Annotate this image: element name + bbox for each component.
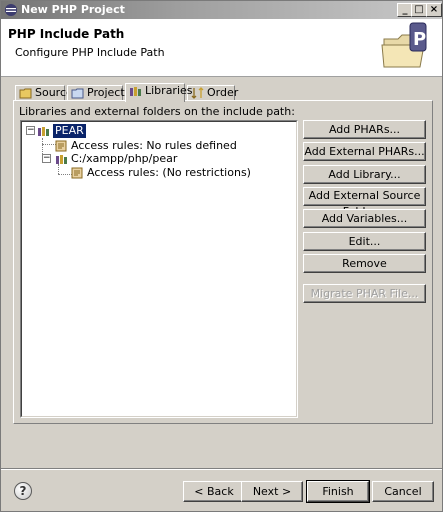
close-button[interactable]: ×	[426, 3, 442, 17]
library-icon	[38, 127, 49, 136]
tree-connector	[58, 174, 72, 175]
next-button[interactable]: Next >	[241, 481, 303, 502]
tree-collapse-icon[interactable]: −	[26, 126, 35, 135]
window-title: New PHP Project	[21, 3, 125, 16]
edit-button[interactable]: Edit...	[303, 232, 426, 251]
finish-button[interactable]: Finish	[306, 480, 370, 503]
add-phars-button[interactable]: Add PHARs...	[303, 120, 426, 139]
php-folder-icon: P	[381, 22, 427, 68]
maximize-button[interactable]: □	[411, 3, 427, 17]
tab-order[interactable]: Order	[187, 85, 239, 101]
access-rules-icon	[55, 140, 67, 152]
svg-text:P: P	[413, 29, 426, 50]
tree-item-access-rules[interactable]: Access rules: (No restrictions)	[87, 166, 251, 180]
libraries-panel: Libraries and external folders on the in…	[13, 100, 433, 424]
tab-libraries[interactable]: Libraries	[125, 83, 193, 102]
wizard-window: New PHP Project _ □ × PHP Include Path C…	[0, 0, 443, 512]
back-button[interactable]: < Back	[183, 481, 245, 502]
eclipse-app-icon	[5, 4, 17, 16]
libraries-panel-label: Libraries and external folders on the in…	[19, 105, 295, 118]
order-icon	[191, 87, 204, 99]
tree-connector	[58, 164, 59, 174]
tree-collapse-icon[interactable]: −	[42, 154, 51, 163]
page-title: PHP Include Path	[8, 27, 125, 41]
library-tree[interactable]: − PEAR Access rules: No rules defined − …	[20, 120, 298, 418]
access-rules-icon	[71, 167, 83, 179]
tree-item-access-rules[interactable]: Access rules: No rules defined	[71, 139, 237, 153]
tab-order-label: Order	[207, 86, 239, 99]
tab-libraries-label: Libraries	[145, 84, 193, 97]
add-library-button[interactable]: Add Library...	[303, 165, 426, 184]
migrate-phar-file-button[interactable]: Migrate PHAR File...	[303, 284, 426, 303]
libraries-icon	[130, 87, 141, 96]
cancel-button[interactable]: Cancel	[372, 481, 434, 502]
projects-icon	[71, 88, 84, 99]
add-external-source-folder-button[interactable]: Add External Source Folder...	[303, 187, 426, 218]
tree-item-pear-path[interactable]: C:/xampp/php/pear	[71, 152, 177, 166]
remove-button[interactable]: Remove	[303, 254, 426, 273]
tab-projects-label: Projects	[87, 86, 131, 99]
page-description: Configure PHP Include Path	[15, 46, 165, 59]
source-folder-icon	[19, 88, 32, 99]
title-bar[interactable]: New PHP Project _ □ ×	[1, 1, 442, 19]
wizard-header: PHP Include Path Configure PHP Include P…	[1, 19, 442, 77]
help-icon[interactable]: ?	[14, 482, 32, 500]
library-folder-icon	[56, 155, 67, 164]
add-external-phars-button[interactable]: Add External PHARs...	[303, 142, 426, 161]
tab-projects[interactable]: Projects	[67, 85, 130, 101]
add-variables-button[interactable]: Add Variables...	[303, 209, 426, 228]
tree-item-pear[interactable]: PEAR	[53, 124, 86, 138]
tab-source[interactable]: Source	[15, 85, 73, 101]
footer-separator	[1, 468, 442, 470]
tree-connector	[42, 144, 56, 145]
